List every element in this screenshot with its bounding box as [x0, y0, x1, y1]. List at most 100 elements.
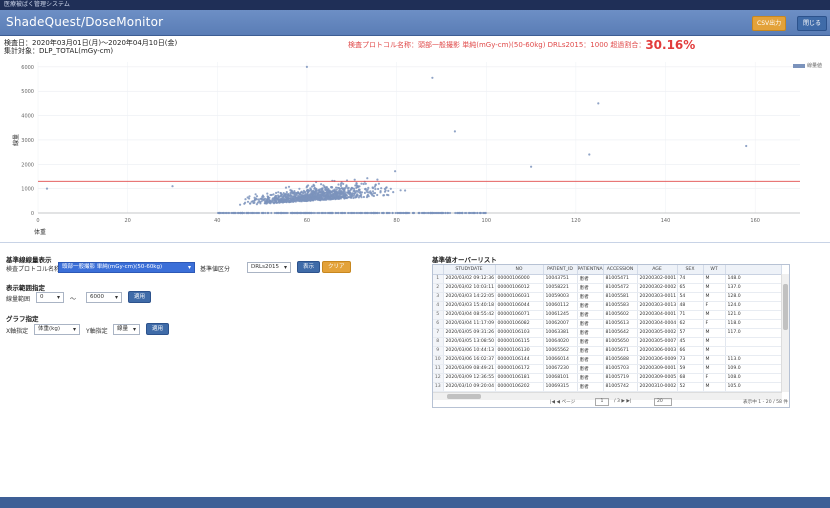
yaxis-select[interactable]: 線量 ▾ [113, 324, 140, 335]
scatter-point [244, 198, 247, 201]
table-row[interactable]: 6 2020/03/04 11:17:09 00000106082 10062007 患… [433, 319, 782, 329]
scatter-point [321, 187, 324, 190]
table-cell: M [703, 328, 726, 338]
overage-table[interactable]: STUDYDATENOPATIENT_IDPATIENTNAMEACCESSIO… [432, 264, 790, 408]
graph-apply-button[interactable]: 適用 [146, 323, 170, 335]
column-header[interactable]: STUDYDATE [443, 265, 496, 275]
x-tick-label: 100 [481, 218, 491, 224]
scatter-point [338, 187, 342, 190]
table-row[interactable]: 2 2020/03/02 10:03:11 00000106012 10058221 患… [433, 283, 782, 293]
table-row[interactable]: 3 2020/03/03 14:22:05 00000106031 10059003 患… [433, 292, 782, 302]
table-row[interactable]: 12 2020/03/09 12:36:55 00000106181 10068101… [433, 373, 782, 383]
scatter-point [320, 211, 324, 215]
scatter-point [298, 192, 301, 196]
scatter-point [351, 193, 354, 196]
table-row[interactable]: 4 2020/03/03 15:40:18 00000106044 10060112 患… [433, 301, 782, 311]
scatter-point [279, 211, 282, 215]
pager-page-input[interactable]: 1 [595, 398, 609, 406]
table-row[interactable]: 11 2020/03/09 08:49:21 00000106172 10067230… [433, 364, 782, 374]
scatter-point [341, 195, 344, 198]
table-row[interactable]: 10 2020/03/06 16:02:37 00000106144 10066014… [433, 355, 782, 365]
scatter-point [246, 200, 250, 203]
xaxis-select[interactable]: 体重(kg) ▾ [34, 324, 80, 335]
table-cell: 患者 [577, 346, 604, 356]
table-cell: 109.0 [725, 364, 782, 374]
scatter-point [326, 198, 329, 201]
table-cell: 117.0 [725, 328, 782, 338]
scatter-point [372, 187, 375, 190]
scatter-point [264, 211, 267, 215]
scatter-point [382, 211, 385, 215]
scatter-point [338, 193, 341, 196]
vertical-scrollbar[interactable] [781, 274, 789, 392]
y-axis-title: 線量 [12, 134, 20, 146]
column-header[interactable]: ACCESSION [603, 265, 638, 275]
table-cell: 20200302-0001 [637, 274, 678, 284]
scatter-point [336, 193, 339, 196]
table-cell: M [703, 274, 726, 284]
ref-type-select[interactable]: DRLs2015 ▾ [247, 262, 291, 273]
pager-nav[interactable]: |◀ ◀ ページ [550, 399, 575, 405]
table-row[interactable]: 1 2020/03/02 09:12:36 00000106000 10043751 患… [433, 274, 782, 284]
table-row[interactable]: 13 2020/03/10 09:20:04 00000106202 10069315… [433, 382, 782, 392]
table-cell: 10066014 [543, 355, 578, 365]
scatter-point [308, 194, 311, 197]
table-cell: 10058221 [543, 283, 578, 293]
table-cell: 2020/03/03 14:22:05 [443, 292, 496, 302]
scatter-point [377, 182, 380, 185]
scatter-point [305, 186, 308, 189]
scatter-point [45, 187, 49, 190]
scatter-point [362, 195, 365, 199]
scatter-point [306, 198, 309, 201]
range-apply-button[interactable]: 適用 [128, 291, 152, 303]
scatter-point [302, 195, 306, 198]
clear-button[interactable]: クリア [322, 261, 351, 273]
vertical-scroll-thumb[interactable] [783, 284, 788, 330]
column-header[interactable]: PATIENT_ID [543, 265, 578, 275]
display-button[interactable]: 表示 [297, 261, 321, 273]
scatter-point [310, 195, 313, 198]
table-row[interactable]: 5 2020/03/04 08:55:42 00000106071 10061245 患… [433, 310, 782, 320]
scatter-point [366, 188, 369, 191]
scatter-point [305, 197, 308, 200]
scatter-point [354, 196, 357, 199]
table-cell: 患者 [577, 355, 604, 365]
section-graph-settings: グラフ指定 [6, 315, 39, 323]
table-row[interactable]: 8 2020/03/05 13:08:50 00000106115 10064020 患… [433, 337, 782, 347]
scatter-point [392, 191, 395, 194]
xaxis-select-value: 体重(kg) [38, 326, 60, 332]
scatter-point [300, 197, 303, 200]
table-cell: 20200309-0001 [637, 364, 678, 374]
scatter-point [316, 198, 319, 201]
table-row[interactable]: 7 2020/03/05 09:31:26 00000106103 10063381 患… [433, 328, 782, 338]
section-display-range: 表示範囲指定 [6, 284, 45, 292]
csv-export-button[interactable]: CSV出力 [752, 16, 787, 31]
app-title: ShadeQuest/DoseMonitor [6, 15, 164, 29]
scatter-point [384, 189, 387, 192]
column-header[interactable] [433, 265, 444, 275]
scatter-point [314, 188, 317, 191]
scatter-point [365, 196, 369, 199]
range-min-select[interactable]: 0 ▾ [36, 292, 64, 303]
column-header[interactable]: WT [703, 265, 726, 275]
dose-scatter-chart[interactable]: 0 1000 2000 3000 4000 5000 6000 0 20 40 60 80 100 120… [0, 50, 830, 240]
close-button[interactable]: 閉じる [797, 16, 828, 31]
column-header[interactable]: PATIENTNAME [577, 265, 604, 275]
y-tick-label: 5000 [21, 89, 34, 95]
scatter-point [248, 195, 251, 198]
scatter-point [320, 191, 323, 194]
range-max-select[interactable]: 6000 ▾ [86, 292, 122, 303]
scatter-point [330, 186, 333, 189]
table-cell: M [703, 355, 726, 365]
column-header[interactable]: NO [495, 265, 544, 275]
table-cell: 患者 [577, 310, 604, 320]
page-size-select[interactable]: 20 [654, 398, 672, 406]
scatter-point [329, 198, 332, 201]
column-header[interactable]: SEX [677, 265, 704, 275]
column-header[interactable]: AGE [637, 265, 678, 275]
scatter-point [356, 185, 360, 188]
protocol-select[interactable]: 頭部一般撮影 単純(mGy-cm)(50-60kg) ▾ [58, 262, 195, 273]
table-row[interactable]: 9 2020/03/06 10:44:13 00000106130 10065562 患… [433, 346, 782, 356]
scatter-point [530, 165, 533, 168]
y-tick-label: 1000 [21, 187, 34, 193]
